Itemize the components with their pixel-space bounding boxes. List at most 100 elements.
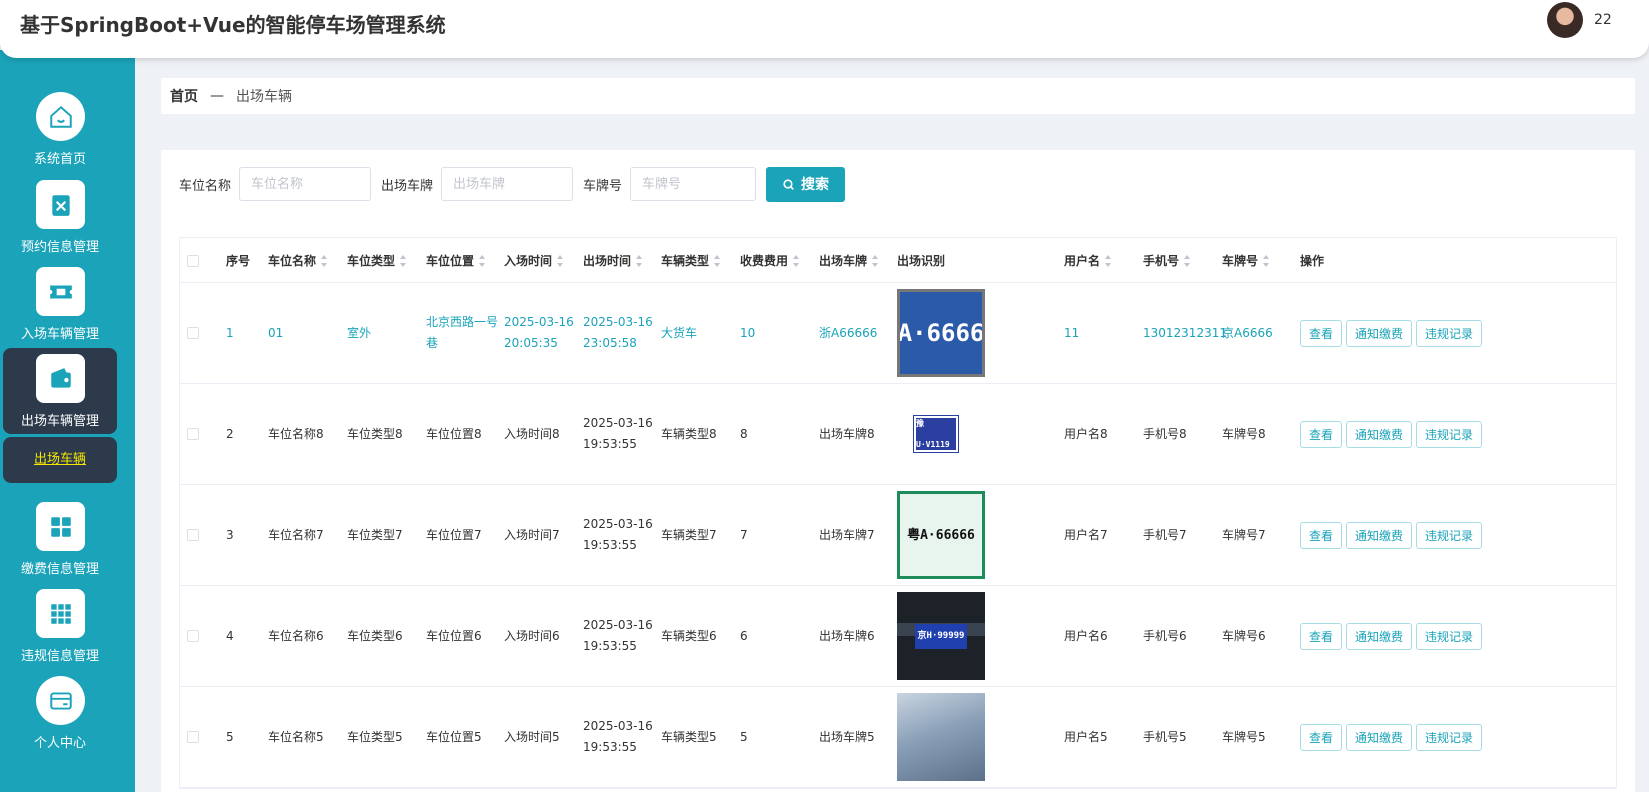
header-vehicle-type[interactable]: 车辆类型 — [661, 238, 721, 283]
cell-fee: 5 — [740, 729, 748, 744]
plate-image[interactable]: A·6666 — [897, 289, 985, 377]
sidebar-item-entry-vehicles[interactable]: 入场车辆管理 — [3, 261, 117, 347]
exit-plate-input[interactable] — [441, 167, 574, 201]
notify-payment-button[interactable]: 通知缴费 — [1346, 319, 1413, 347]
cell-exit-plate: 出场车牌5 — [819, 729, 875, 744]
row-checkbox[interactable] — [187, 529, 199, 541]
user-name[interactable]: 22 — [1594, 12, 1612, 28]
table-row[interactable]: 3 车位名称7 车位类型7 车位位置7 入场时间7 2025-03-16 19:… — [180, 485, 1616, 586]
header-username[interactable]: 用户名 — [1064, 238, 1112, 283]
header-fee[interactable]: 收费费用 — [740, 238, 800, 283]
cell-exit-time: 2025-03-16 23:05:58 — [583, 315, 653, 350]
search-button-label: 搜索 — [801, 176, 830, 192]
table-row[interactable]: 2 车位名称8 车位类型8 车位位置8 入场时间8 2025-03-16 19:… — [180, 384, 1616, 485]
sidebar-item-label: 预约信息管理 — [20, 240, 99, 255]
sidebar-subitem-exit-vehicles[interactable]: 出场车辆 — [3, 437, 117, 483]
cell-index: 3 — [226, 527, 234, 542]
header-exit-plate[interactable]: 出场车牌 — [819, 238, 879, 283]
plate-image[interactable]: 粤A·66666 — [897, 491, 985, 579]
sidebar-item-violations[interactable]: 违规信息管理 — [3, 583, 117, 669]
cell-spot-name: 01 — [268, 325, 284, 340]
header-entry-time[interactable]: 入场时间 — [504, 238, 564, 283]
violation-record-button[interactable]: 违规记录 — [1416, 521, 1483, 549]
breadcrumb-separator: — — [210, 88, 224, 104]
row-checkbox[interactable] — [187, 327, 199, 339]
plate-no-input[interactable] — [630, 167, 757, 201]
plate-image[interactable] — [897, 693, 985, 781]
cell-vehicle-type: 车辆类型6 — [661, 628, 717, 643]
violation-record-button[interactable]: 违规记录 — [1416, 723, 1483, 751]
violation-record-button[interactable]: 违规记录 — [1416, 622, 1483, 650]
view-button[interactable]: 查看 — [1300, 723, 1343, 751]
violation-record-button[interactable]: 违规记录 — [1416, 420, 1483, 448]
header-index: 序号 — [226, 254, 251, 268]
avatar[interactable] — [1547, 2, 1583, 38]
view-button[interactable]: 查看 — [1300, 521, 1343, 549]
header-phone[interactable]: 手机号 — [1143, 238, 1191, 283]
cell-vehicle-type: 车辆类型5 — [661, 729, 717, 744]
search-button[interactable]: 搜索 — [766, 166, 846, 202]
spot-name-input[interactable] — [239, 167, 372, 201]
table-row[interactable]: 5 车位名称5 车位类型5 车位位置5 入场时间5 2025-03-16 19:… — [180, 687, 1616, 788]
row-checkbox[interactable] — [187, 731, 199, 743]
select-all-checkbox[interactable] — [187, 254, 199, 267]
home-icon — [36, 92, 85, 141]
row-checkbox[interactable] — [187, 428, 199, 440]
sidebar-item-exit-vehicles[interactable]: 出场车辆管理 — [3, 348, 117, 434]
breadcrumb-home[interactable]: 首页 — [170, 86, 198, 106]
header-exit-time[interactable]: 出场时间 — [583, 238, 643, 283]
sidebar-item-reservations[interactable]: 预约信息管理 — [3, 174, 117, 260]
notify-payment-button[interactable]: 通知缴费 — [1346, 521, 1413, 549]
sidebar-item-home[interactable]: 系统首页 — [3, 86, 117, 172]
cell-vehicle-type: 车辆类型8 — [661, 426, 717, 441]
cell-spot-name: 车位名称7 — [268, 527, 324, 542]
header-spot-type[interactable]: 车位类型 — [347, 238, 407, 283]
cell-vehicle-type: 车辆类型7 — [661, 527, 717, 542]
cell-plate-no: 车牌号5 — [1222, 729, 1266, 744]
sidebar: 系统首页 预约信息管理 入场车辆管理 出场车辆管理 出场车辆 缴费信息管理 违规… — [0, 50, 135, 792]
cell-exit-time: 2025-03-16 19:53:55 — [583, 416, 653, 451]
sidebar-item-profile[interactable]: 个人中心 — [3, 670, 117, 756]
plate-image[interactable]: 京H·99999 — [897, 592, 985, 680]
cell-spot-name: 车位名称6 — [268, 628, 324, 643]
cell-spot-type: 车位类型8 — [347, 426, 403, 441]
violation-record-button[interactable]: 违规记录 — [1416, 319, 1483, 347]
cell-entry-time: 入场时间7 — [504, 527, 560, 542]
sidebar-item-payments[interactable]: 缴费信息管理 — [3, 496, 117, 582]
header-spot-location[interactable]: 车位位置 — [426, 238, 486, 283]
header-actions: 操作 — [1300, 254, 1325, 268]
breadcrumb-current: 出场车辆 — [236, 89, 292, 105]
header-spot-name[interactable]: 车位名称 — [268, 238, 328, 283]
view-button[interactable]: 查看 — [1300, 622, 1343, 650]
sidebar-item-label: 入场车辆管理 — [20, 327, 99, 342]
data-table: 序号 车位名称 车位类型 车位位置 入场时间 出场时间 车辆类型 收费费用 出场… — [179, 237, 1617, 789]
header-plate-no[interactable]: 车牌号 — [1222, 238, 1270, 283]
sort-icon — [1184, 254, 1191, 267]
notify-payment-button[interactable]: 通知缴费 — [1346, 723, 1413, 751]
table-header: 序号 车位名称 车位类型 车位位置 入场时间 出场时间 车辆类型 收费费用 出场… — [180, 238, 1616, 283]
cell-phone: 13012312311 — [1143, 325, 1227, 340]
table-row[interactable]: 4 车位名称6 车位类型6 车位位置6 入场时间6 2025-03-16 19:… — [180, 586, 1616, 687]
row-checkbox[interactable] — [187, 630, 199, 642]
cell-spot-type: 车位类型7 — [347, 527, 403, 542]
sidebar-item-label: 系统首页 — [33, 152, 86, 167]
sort-icon — [872, 254, 879, 267]
wallet-icon — [36, 354, 85, 403]
view-button[interactable]: 查看 — [1300, 319, 1343, 347]
notify-payment-button[interactable]: 通知缴费 — [1346, 622, 1413, 650]
grid-icon — [36, 502, 85, 551]
cell-spot-type: 室外 — [347, 325, 372, 340]
cell-phone: 手机号8 — [1143, 426, 1187, 441]
cell-plate-no: 车牌号7 — [1222, 527, 1266, 542]
cell-username: 用户名7 — [1064, 527, 1108, 542]
cell-fee: 6 — [740, 628, 748, 643]
sidebar-item-label: 缴费信息管理 — [20, 562, 99, 577]
table-row[interactable]: 1 01 室外 北京西路一号巷 2025-03-16 20:05:35 2025… — [180, 283, 1616, 384]
ticket-icon — [36, 267, 85, 316]
search-bar: 车位名称 出场车牌 车牌号 搜索 — [179, 166, 846, 202]
exit-plate-label: 出场车牌 — [381, 178, 434, 194]
notify-payment-button[interactable]: 通知缴费 — [1346, 420, 1413, 448]
view-button[interactable]: 查看 — [1300, 420, 1343, 448]
plate-image[interactable]: 豫U·V1119 — [913, 415, 959, 453]
cell-entry-time: 入场时间8 — [504, 426, 560, 441]
